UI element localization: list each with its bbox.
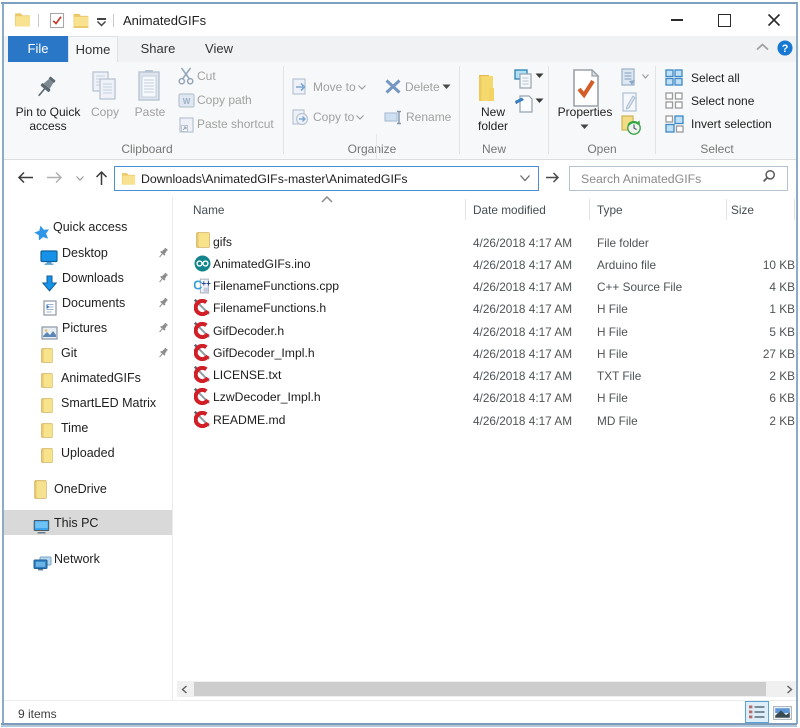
svg-text:++: ++ [201,279,211,288]
svg-text:?: ? [782,43,789,55]
svg-text:W: W [183,97,191,106]
